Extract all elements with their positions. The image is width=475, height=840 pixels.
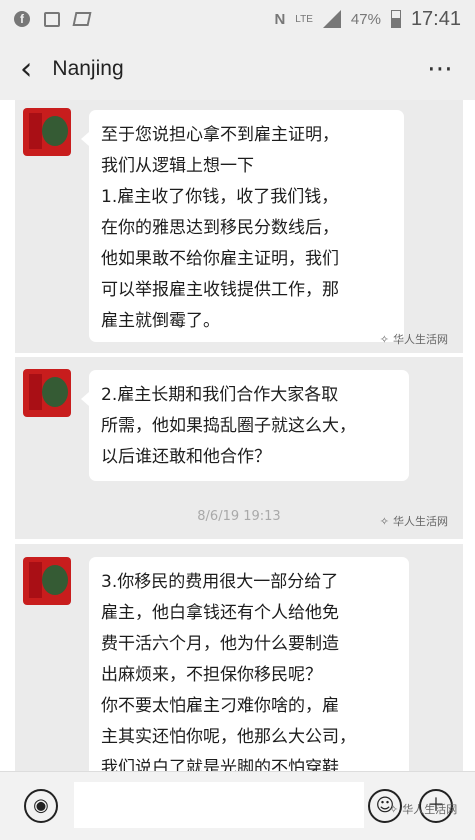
- avatar-image: [42, 377, 68, 407]
- avatar[interactable]: [23, 108, 71, 156]
- message-block-3: 3.你移民的费用很大一部分给了 雇主，他白拿钱还有个人给他免 费干活六个月，他为…: [15, 544, 463, 771]
- message-line: 主其实还怕你呢，他那么大公司，: [101, 727, 356, 747]
- avatar-accent: [29, 113, 42, 149]
- avatar-accent: [29, 374, 42, 410]
- message-line: 所需，他如果捣乱圈子就这么大，: [101, 416, 356, 436]
- status-left-icons: f: [14, 11, 92, 27]
- avatar[interactable]: [23, 557, 71, 605]
- watermark: ✧ 华人生活网: [389, 802, 458, 817]
- message-line: 出麻烦来，不担保你移民呢？: [101, 665, 322, 685]
- battery-percent: 47%: [350, 10, 381, 28]
- message-line: 可以举报雇主收钱提供工作，那: [101, 280, 339, 300]
- more-options-icon[interactable]: ⋯: [427, 54, 455, 84]
- message-line: 至于您说担心拿不到雇主证明，: [101, 125, 339, 145]
- avatar-accent: [29, 562, 42, 598]
- facebook-icon: f: [14, 11, 30, 27]
- wechat-icon: ✧: [389, 802, 399, 816]
- avatar[interactable]: [23, 369, 71, 417]
- message-bubble-3[interactable]: 3.你移民的费用很大一部分给了 雇主，他白拿钱还有个人给他免 费干活六个月，他为…: [89, 557, 409, 771]
- message-line: 1.雇主收了你钱，收了我们钱，: [101, 187, 339, 207]
- status-time: 17:41: [410, 7, 461, 30]
- message-bubble-2[interactable]: 2.雇主长期和我们合作大家各取 所需，他如果捣乱圈子就这么大， 以后谁还敢和他合…: [81, 370, 409, 481]
- status-bar: f N LTE 47% 17:41: [0, 0, 475, 38]
- message-bubble-1[interactable]: 至于您说担心拿不到雇主证明， 我们从逻辑上想一下 1.雇主收了你钱，收了我们钱，…: [81, 110, 404, 342]
- avatar-image: [42, 116, 68, 146]
- message-line: 我们说白了就是光脚的不怕穿鞋: [101, 758, 339, 771]
- watermark: ✧ 华人生活网: [379, 514, 448, 529]
- battery-icon: [390, 10, 401, 28]
- avatar-image: [42, 565, 68, 595]
- message-block-1: 至于您说担心拿不到雇主证明， 我们从逻辑上想一下 1.雇主收了你钱，收了我们钱，…: [15, 100, 463, 353]
- message-line: 他如果敢不给你雇主证明，我们: [101, 249, 339, 269]
- nfc-icon: N: [274, 10, 286, 28]
- watermark: ✧ 华人生活网: [379, 332, 448, 347]
- message-line: 雇主就倒霉了。: [101, 311, 220, 331]
- message-input[interactable]: [74, 782, 364, 828]
- message-line: 费干活六个月，他为什么要制造: [101, 634, 339, 654]
- back-icon[interactable]: ‹: [20, 53, 32, 85]
- voice-icon[interactable]: ◉: [24, 789, 58, 823]
- message-line: 3.你移民的费用很大一部分给了: [101, 572, 339, 592]
- status-right-icons: N LTE 47% 17:41: [274, 8, 461, 31]
- message-block-2: 2.雇主长期和我们合作大家各取 所需，他如果捣乱圈子就这么大， 以后谁还敢和他合…: [15, 357, 463, 539]
- message-icon: [72, 12, 92, 26]
- input-bar: ◉ ☺ ＋ ✧ 华人生活网: [0, 771, 475, 840]
- wechat-icon: ✧: [379, 514, 389, 528]
- chat-title: Nanjing: [52, 57, 124, 80]
- signal-icon: [322, 10, 341, 28]
- message-line: 我们从逻辑上想一下: [101, 156, 254, 176]
- chat-header: ‹ Nanjing ⋯: [0, 38, 475, 100]
- message-line: 雇主，他白拿钱还有个人给他免: [101, 603, 339, 623]
- message-line: 以后谁还敢和他合作？: [101, 447, 271, 467]
- network-type: LTE: [295, 13, 313, 25]
- wechat-icon: ✧: [379, 332, 389, 346]
- message-line: 你不要太怕雇主刁难你啥的，雇: [101, 696, 339, 716]
- message-line: 在你的雅思达到移民分数线后，: [101, 218, 339, 238]
- message-line: 2.雇主长期和我们合作大家各取: [101, 385, 339, 405]
- gallery-icon: [44, 11, 60, 27]
